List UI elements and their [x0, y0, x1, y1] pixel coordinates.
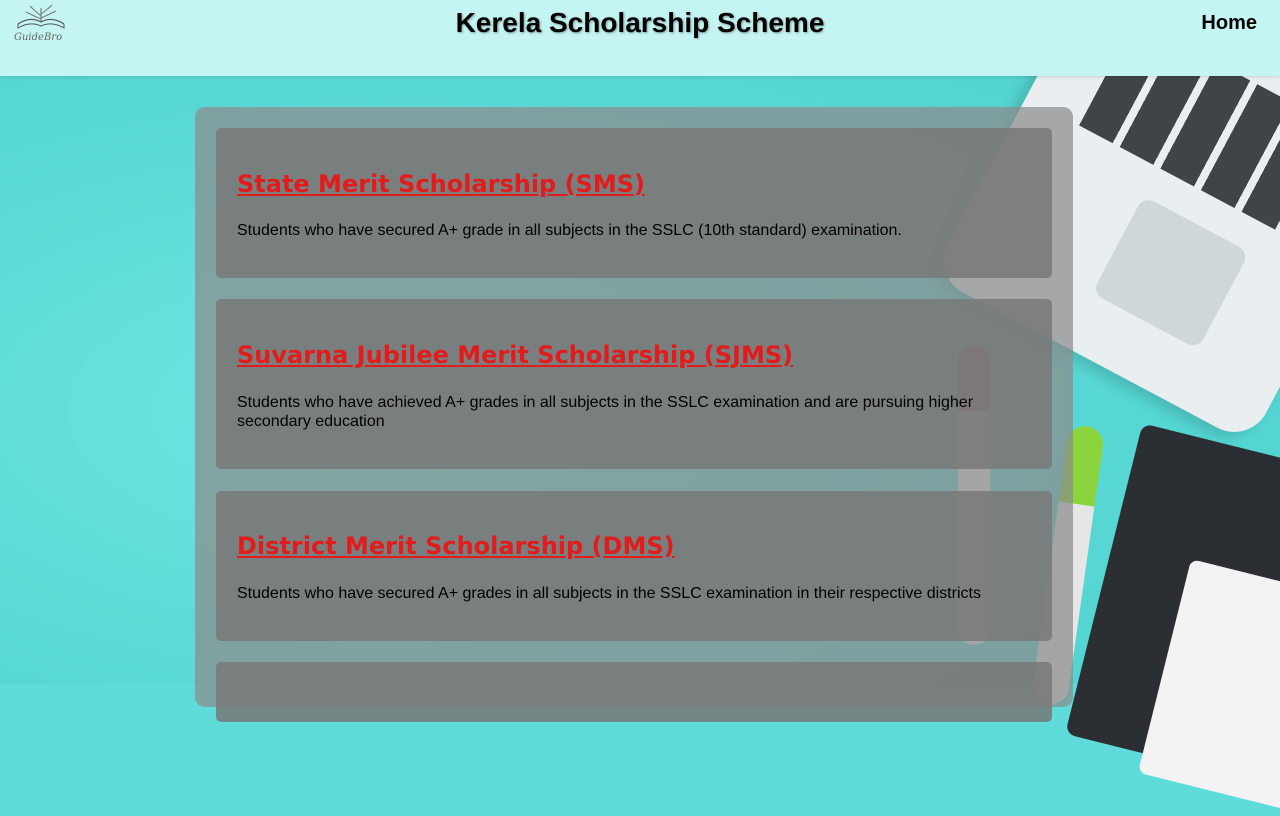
page-title: Kerela Scholarship Scheme	[455, 7, 825, 38]
scholarship-description: Students who have secured A+ grades in a…	[237, 585, 981, 602]
scholarship-description: Students who have secured A+ grade in al…	[237, 222, 902, 239]
scholarship-card	[216, 662, 1052, 722]
scholarship-list-panel: State Merit Scholarship (SMS) Students w…	[195, 107, 1073, 722]
scholarship-title-link[interactable]: State Merit Scholarship (SMS)	[237, 170, 645, 198]
home-link[interactable]: Home	[1201, 12, 1257, 35]
scholarship-title-link[interactable]: Suvarna Jubilee Merit Scholarship (SJMS)	[237, 341, 793, 369]
scholarship-title-link[interactable]: District Merit Scholarship (DMS)	[237, 532, 675, 560]
scholarship-description: Students who have achieved A+ grades in …	[237, 394, 974, 430]
scholarship-card: District Merit Scholarship (DMS) Student…	[216, 491, 1052, 641]
scholarship-card: Suvarna Jubilee Merit Scholarship (SJMS)…	[216, 299, 1052, 469]
site-header: GuideBro Kerela Scholarship Scheme Home	[0, 0, 1280, 76]
scholarship-card: State Merit Scholarship (SMS) Students w…	[216, 128, 1052, 278]
